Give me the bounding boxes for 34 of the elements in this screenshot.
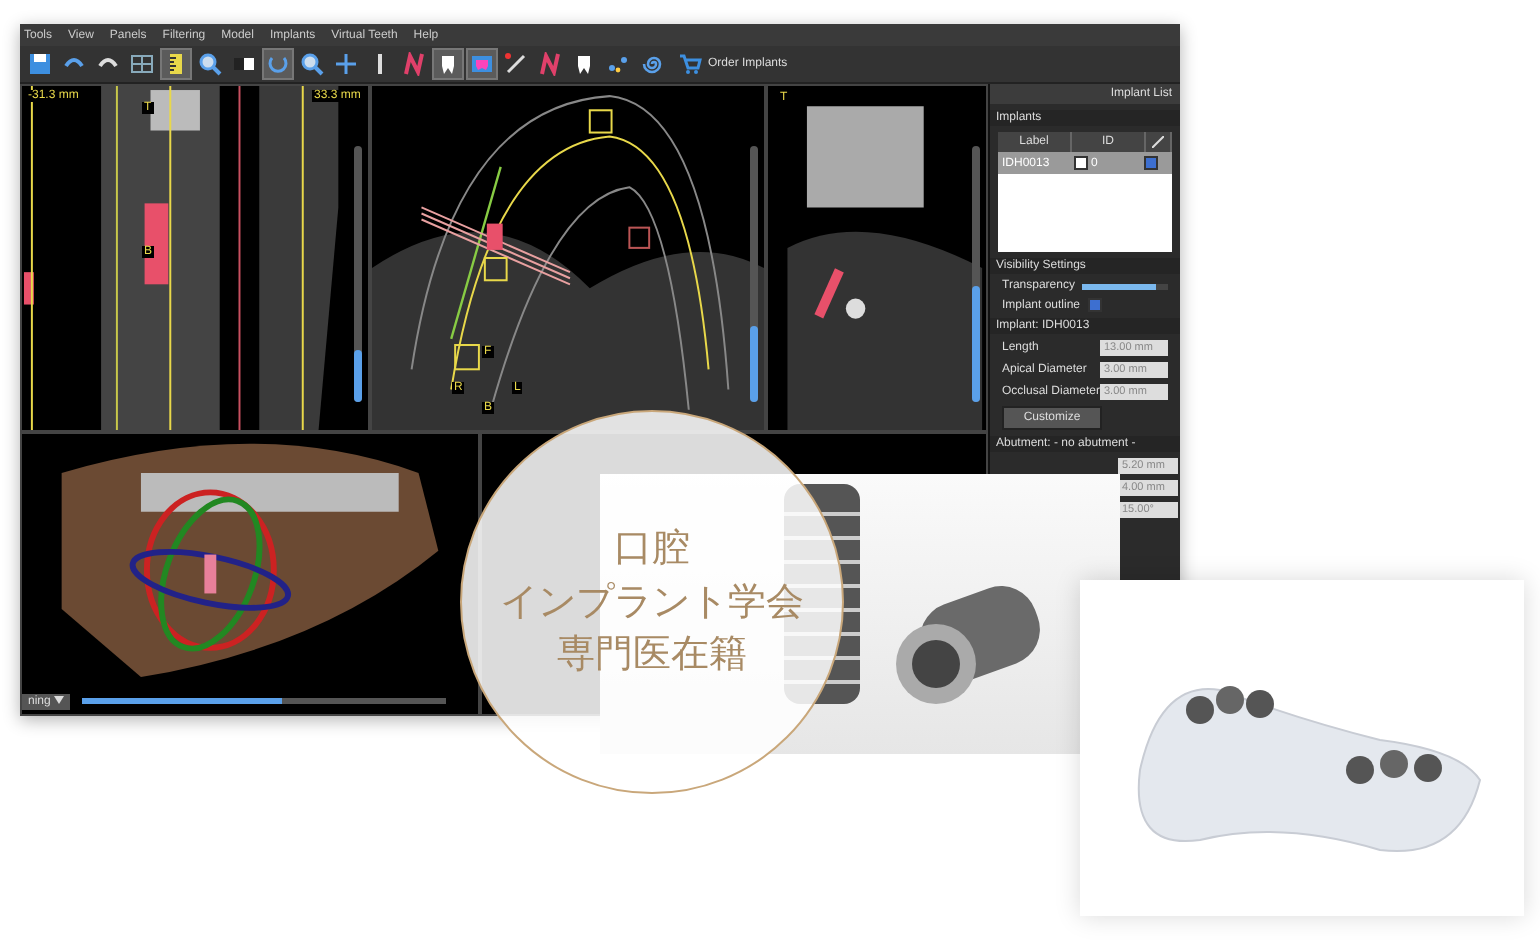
checkbox[interactable] [1073, 156, 1087, 170]
line-icon [504, 52, 528, 76]
curve-icon [538, 52, 562, 76]
toolbar-button[interactable] [194, 48, 226, 80]
grid-icon [130, 52, 154, 76]
slider[interactable] [354, 146, 362, 402]
ruler-icon [164, 52, 188, 76]
pen-icon [1152, 136, 1164, 148]
badge-text: 専門医在籍 [557, 630, 747, 681]
tooth-icon [572, 52, 596, 76]
badge-text: インプラント学会 [500, 577, 804, 627]
dots-icon [606, 52, 630, 76]
toolbar-button[interactable] [160, 48, 192, 80]
contrast-icon [232, 52, 256, 76]
toolbar-button[interactable] [24, 48, 56, 80]
spiral-icon [640, 52, 664, 76]
caret-icon [54, 696, 65, 704]
rotate-icon [266, 52, 290, 76]
checkbox[interactable] [1088, 298, 1103, 312]
teeth-icon [470, 52, 494, 76]
slider[interactable] [750, 146, 758, 402]
badge-text: 口腔 [614, 523, 690, 574]
save-icon [28, 52, 52, 76]
toolbar-button[interactable] [432, 48, 464, 80]
toolbar-button[interactable] [296, 48, 328, 80]
slider[interactable] [972, 146, 980, 402]
zoom-icon [198, 52, 222, 76]
move-icon [334, 52, 358, 76]
curve-icon [402, 52, 426, 76]
cart-icon [678, 52, 702, 76]
tooth-icon [436, 52, 460, 76]
slider[interactable] [82, 698, 446, 704]
checkbox[interactable] [1144, 156, 1158, 170]
zoom-icon [300, 52, 324, 76]
